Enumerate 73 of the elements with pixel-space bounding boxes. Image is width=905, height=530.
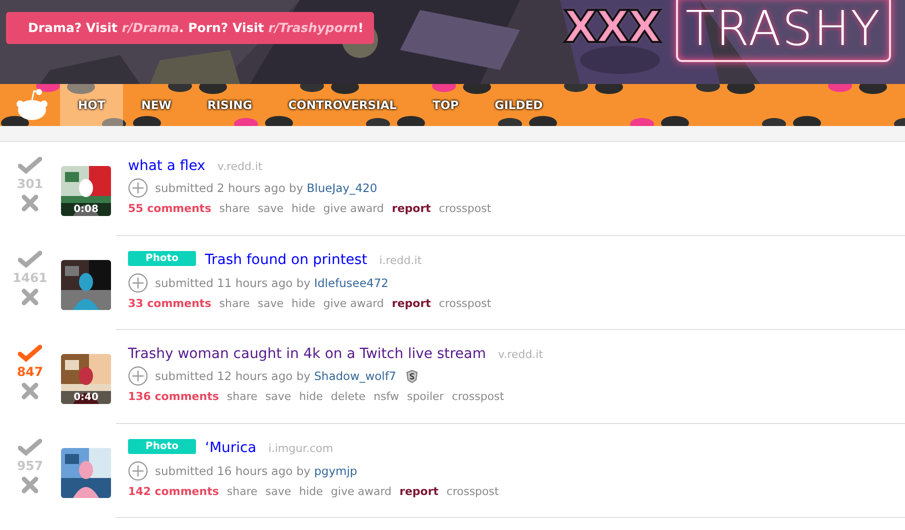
action-link[interactable]: save <box>265 390 292 403</box>
upvote-icon[interactable] <box>18 344 42 362</box>
post-title[interactable]: what a flex <box>128 158 206 174</box>
expand-icon[interactable] <box>128 178 148 198</box>
action-link[interactable]: give award <box>330 485 392 498</box>
downvote-icon[interactable] <box>21 288 39 306</box>
flair-tag: Photo <box>128 251 196 266</box>
submitted-text: submitted 11 hours ago by <box>155 276 312 290</box>
video-duration: 0:40 <box>61 391 111 404</box>
action-link[interactable]: hide <box>292 202 316 215</box>
action-link[interactable]: hide <box>292 297 316 310</box>
action-link[interactable]: crosspost <box>438 202 492 215</box>
nav-tab[interactable]: GILDED <box>476 84 561 126</box>
upvote-icon[interactable] <box>18 250 42 268</box>
action-link[interactable]: report <box>400 485 439 498</box>
post-title[interactable]: Trashy woman caught in 4k on a Twitch live stream <box>128 346 486 362</box>
action-link[interactable]: share <box>226 485 258 498</box>
score: 301 <box>16 176 44 191</box>
action-link[interactable]: save <box>258 202 284 215</box>
action-link[interactable]: crosspost <box>446 485 499 498</box>
downvote-icon[interactable] <box>21 476 39 494</box>
submitted-text: submitted 2 hours ago by <box>155 181 304 195</box>
nav-tab[interactable]: NEW <box>123 84 190 126</box>
nav-tab[interactable]: TOP <box>414 84 477 126</box>
action-link[interactable]: give award <box>323 297 384 310</box>
action-link[interactable]: report <box>392 297 431 310</box>
thumbnail[interactable]: 0:08 <box>61 166 111 216</box>
action-link[interactable]: save <box>265 485 292 498</box>
post-domain[interactable]: v.redd.it <box>217 160 262 173</box>
nav-tab[interactable]: CONTROVERSIAL <box>270 84 415 126</box>
score: 847 <box>16 364 44 379</box>
comments-link[interactable]: 142 comments <box>128 485 219 498</box>
action-link[interactable]: nsfw <box>374 390 399 403</box>
upvote-icon[interactable] <box>18 438 42 456</box>
expand-icon[interactable] <box>128 273 148 293</box>
expand-icon[interactable] <box>128 461 148 481</box>
nav-tab[interactable]: RISING <box>189 84 270 126</box>
alien-icon <box>16 88 48 122</box>
thumbnail[interactable]: 0:40 <box>61 354 111 404</box>
downvote-icon[interactable] <box>21 382 39 400</box>
action-link[interactable]: spoiler <box>406 390 444 403</box>
upvote-icon[interactable] <box>18 156 42 174</box>
author-link[interactable]: Idlefusee472 <box>314 276 388 290</box>
downvote-icon[interactable] <box>21 194 39 212</box>
action-link[interactable]: hide <box>299 390 323 403</box>
video-duration: 0:08 <box>61 203 111 216</box>
author-link[interactable]: Shadow_wolf7 <box>314 369 396 383</box>
action-link[interactable]: crosspost <box>452 390 504 403</box>
post-title[interactable]: Trash found on printest <box>205 252 368 268</box>
action-link[interactable]: crosspost <box>438 297 492 310</box>
post-domain[interactable]: i.redd.it <box>379 254 422 267</box>
action-link[interactable]: share <box>219 202 250 215</box>
action-link[interactable]: report <box>392 202 431 215</box>
submitted-text: submitted 16 hours ago by <box>155 464 312 478</box>
score: 1461 <box>12 270 48 285</box>
submitted-text: submitted 12 hours ago by <box>155 369 312 383</box>
post-domain[interactable]: v.redd.it <box>498 348 544 361</box>
comments-link[interactable]: 136 comments <box>128 390 219 403</box>
action-link[interactable]: delete <box>330 390 366 403</box>
action-link[interactable]: save <box>258 297 284 310</box>
comments-link[interactable]: 55 comments <box>128 202 212 215</box>
author-link[interactable]: pgymjp <box>314 464 358 478</box>
author-link[interactable]: BlueJay_420 <box>306 181 378 195</box>
score: 957 <box>16 458 44 473</box>
post-domain[interactable]: i.imgur.com <box>268 442 334 455</box>
post-title[interactable]: ‘Murica <box>205 440 256 456</box>
action-link[interactable]: share <box>226 390 258 403</box>
action-link[interactable]: hide <box>299 485 323 498</box>
flair-tag: Photo <box>128 439 196 454</box>
action-link[interactable]: share <box>219 297 250 310</box>
action-link[interactable]: give award <box>323 202 384 215</box>
comments-link[interactable]: 33 comments <box>128 297 212 310</box>
expand-icon[interactable] <box>128 366 148 386</box>
